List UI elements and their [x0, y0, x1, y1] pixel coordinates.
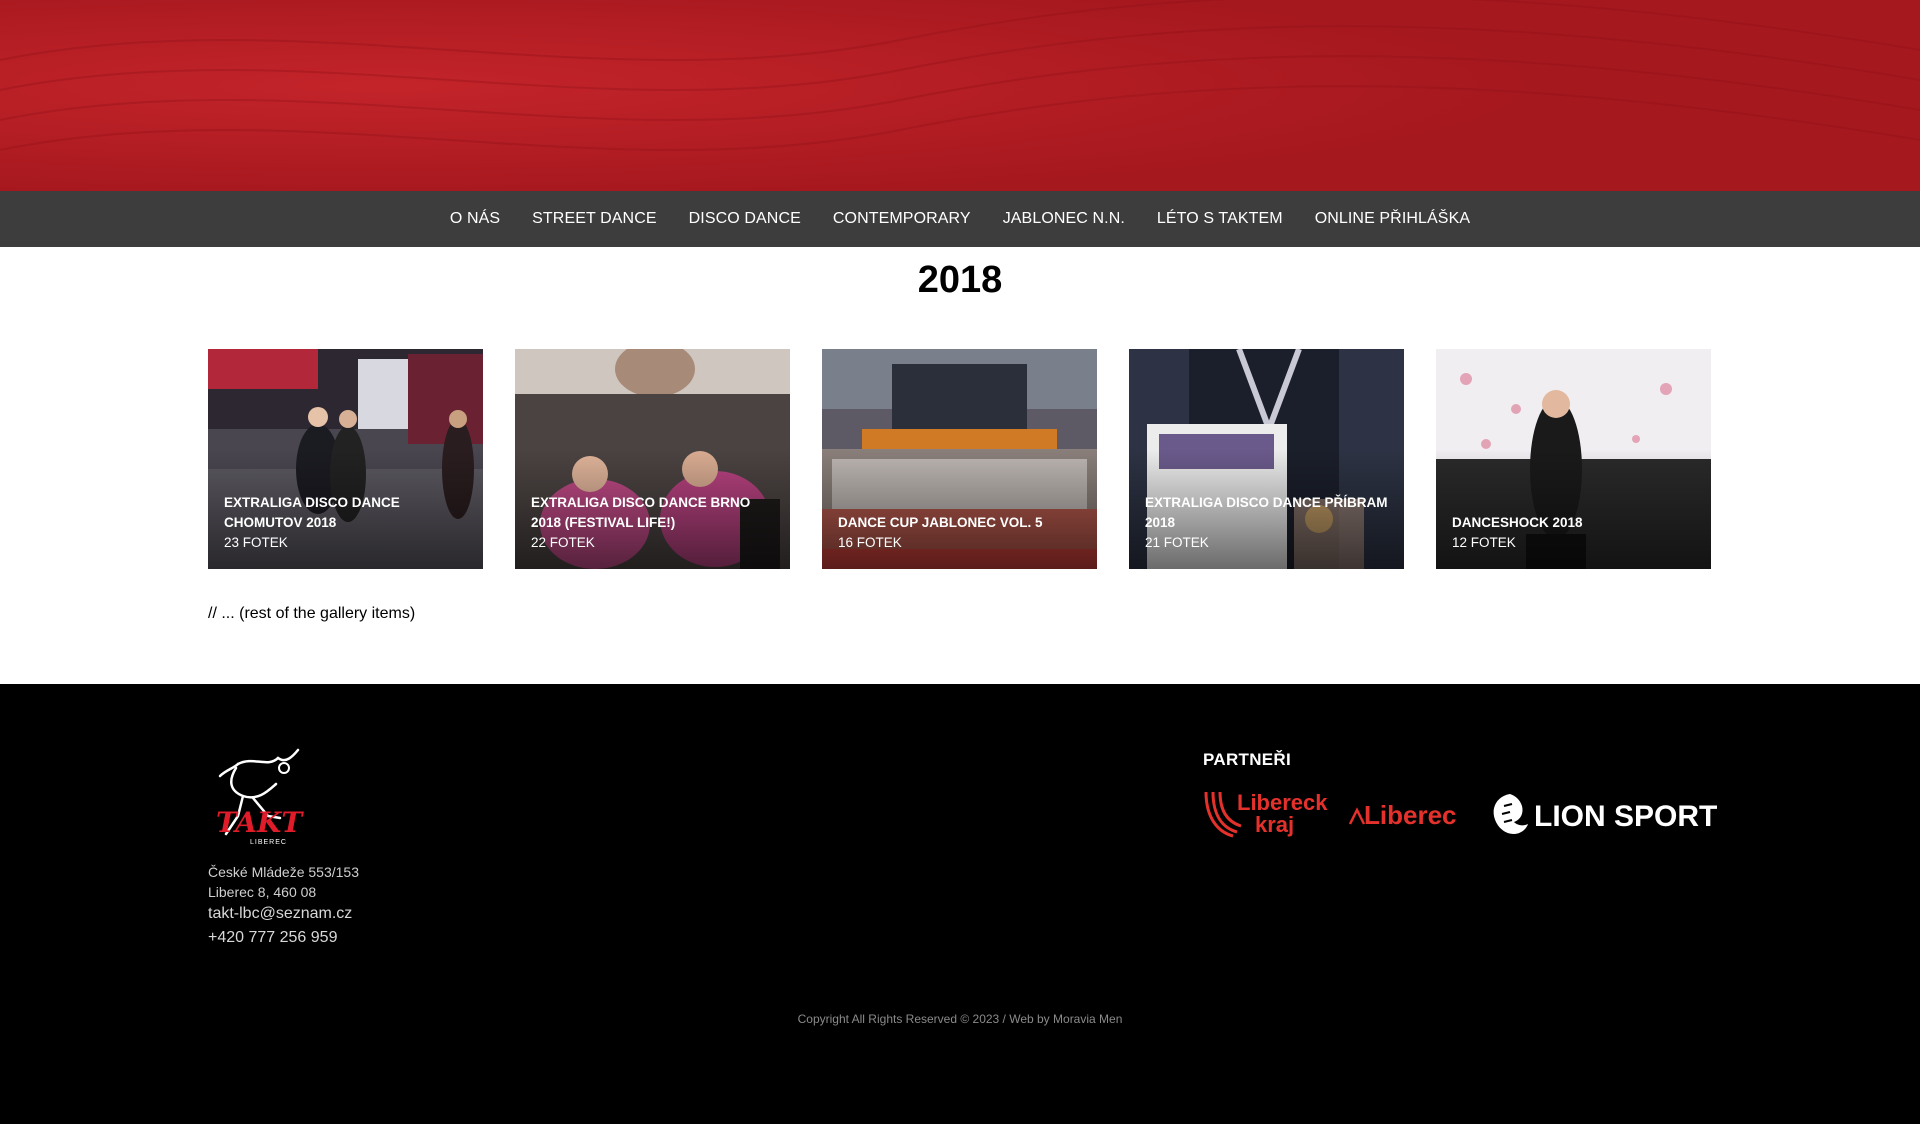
gallery-item[interactable]: EXTRALIGA DISCO DANCE BRNO 2018 (FESTIVA…: [515, 349, 790, 569]
copyright-text: Copyright All Rights Reserved © 2023 / W…: [797, 1012, 1123, 1026]
dancer-logo-icon: TAKT LIBEREC: [216, 748, 304, 846]
gallery-item[interactable]: EXTRALIGA DISCO DANCE PŘÍBRAM 2018 21 FO…: [1129, 349, 1404, 569]
partners-heading: PARTNEŘI: [1203, 750, 1292, 769]
nav-item-leto-s-taktem[interactable]: LÉTO S TAKTEM: [1157, 210, 1283, 228]
gallery-item-title: DANCE CUP JABLONEC VOL. 5: [838, 515, 1043, 530]
gallery-item-title: EXTRALIGA DISCO DANCE CHOMUTOV 2018: [224, 495, 400, 530]
nav-item-jablonec[interactable]: JABLONEC N.N.: [1003, 210, 1125, 228]
svg-text:Liberec: Liberec: [1364, 800, 1457, 830]
gallery-item-count: 12 FOTEK: [1452, 535, 1516, 550]
partners-logos: Liberecký kraj Liberec LION SPORT: [1203, 788, 1720, 840]
nav-item-disco-dance[interactable]: DISCO DANCE: [689, 210, 801, 228]
gallery-item-count: 16 FOTEK: [838, 535, 902, 550]
address-line-1: České Mládeže 553/153: [208, 864, 359, 880]
hero-banner: [0, 0, 1920, 191]
gallery-item-title: EXTRALIGA DISCO DANCE BRNO 2018 (FESTIVA…: [531, 495, 751, 530]
site-footer: TAKT LIBEREC České Mládeže 553/153 Liber…: [0, 684, 1920, 1124]
gallery-item-title: DANCESHOCK 2018: [1452, 515, 1583, 530]
gallery-item-count: 21 FOTEK: [1145, 535, 1209, 550]
address-line-2: Liberec 8, 460 08: [208, 884, 317, 900]
liberecky-kraj-logo[interactable]: Liberecký kraj: [1203, 788, 1328, 840]
svg-text:LIBEREC: LIBEREC: [250, 839, 287, 846]
email-link[interactable]: takt-lbc@seznam.cz: [208, 902, 359, 926]
svg-text:TAKT: TAKT: [216, 806, 304, 839]
page-title: 2018: [917, 259, 1003, 301]
lion-sport-logo[interactable]: LION SPORT: [1490, 792, 1720, 836]
nav-item-online-prihlaska[interactable]: ONLINE PŘIHLÁŠKA: [1315, 210, 1470, 228]
takt-logo[interactable]: TAKT LIBEREC: [208, 746, 308, 851]
phone-link[interactable]: +420 777 256 959: [208, 926, 359, 950]
gallery-item[interactable]: DANCE CUP JABLONEC VOL. 5 16 FOTEK: [822, 349, 1097, 569]
nav-item-street-dance[interactable]: STREET DANCE: [532, 210, 656, 228]
gallery-item-count: 23 FOTEK: [224, 535, 288, 550]
gallery-item[interactable]: DANCESHOCK 2018 12 FOTEK: [1436, 349, 1711, 569]
contact-block: České Mládeže 553/153 Liberec 8, 460 08 …: [208, 862, 359, 950]
svg-text:LION SPORT: LION SPORT: [1534, 800, 1717, 833]
nav-item-contemporary[interactable]: CONTEMPORARY: [833, 210, 971, 228]
nav-item-o-nas[interactable]: O NÁS: [450, 210, 500, 228]
gallery-item-title: EXTRALIGA DISCO DANCE PŘÍBRAM 2018: [1145, 495, 1388, 530]
liberec-city-logo[interactable]: Liberec: [1348, 796, 1470, 832]
gallery-item[interactable]: EXTRALIGA DISCO DANCE CHOMUTOV 2018 23 F…: [208, 349, 483, 569]
main-nav: O NÁS STREET DANCE DISCO DANCE CONTEMPOR…: [0, 191, 1920, 247]
gallery-rest-note: // ... (rest of the gallery items): [208, 605, 416, 622]
gallery-grid: EXTRALIGA DISCO DANCE CHOMUTOV 2018 23 F…: [208, 349, 1712, 569]
svg-text:kraj: kraj: [1255, 812, 1294, 837]
gallery-item-count: 22 FOTEK: [531, 535, 595, 550]
